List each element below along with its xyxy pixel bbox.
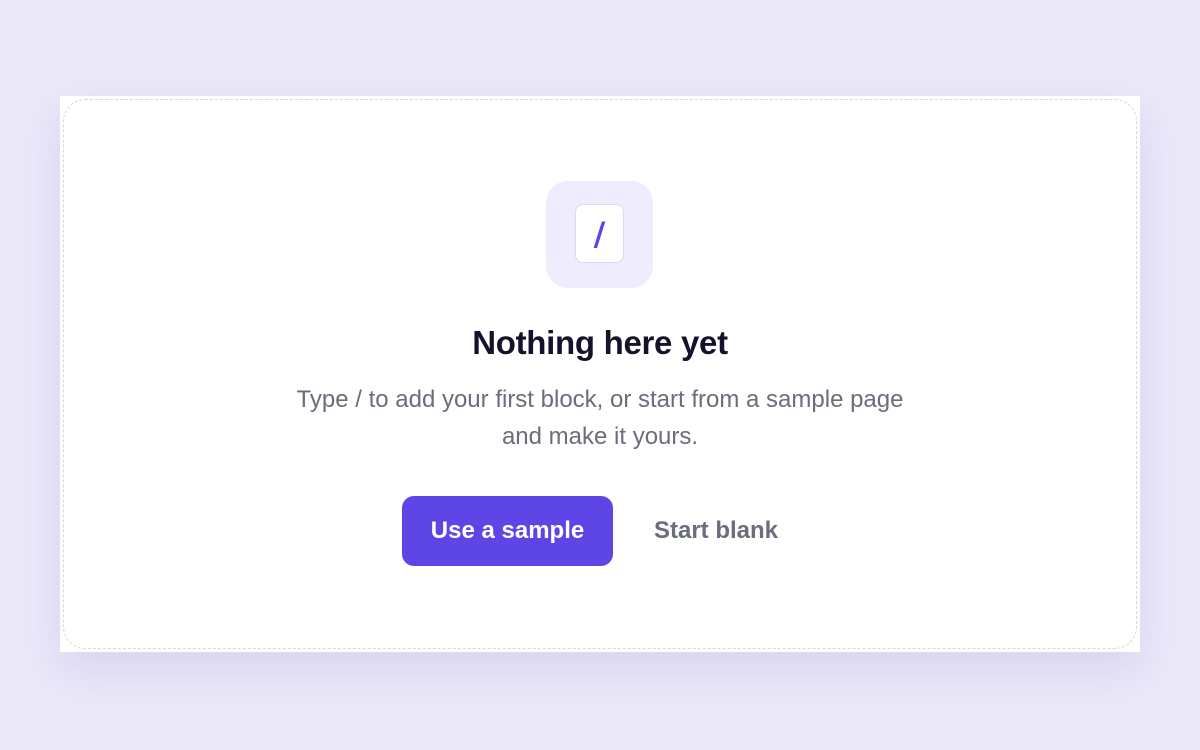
slash-glyph: / (593, 214, 606, 253)
empty-state-description: Type / to add your first block, or start… (296, 386, 904, 450)
start-blank-button[interactable]: Start blank (634, 496, 798, 566)
use-sample-button[interactable]: Use a sample (402, 496, 613, 566)
empty-state-card: / Nothing here yet Type / to add your fi… (60, 96, 1140, 652)
icon-tile: / (546, 181, 653, 288)
empty-state-title: Nothing here yet (472, 324, 728, 361)
slash-key-icon: / (575, 204, 624, 263)
